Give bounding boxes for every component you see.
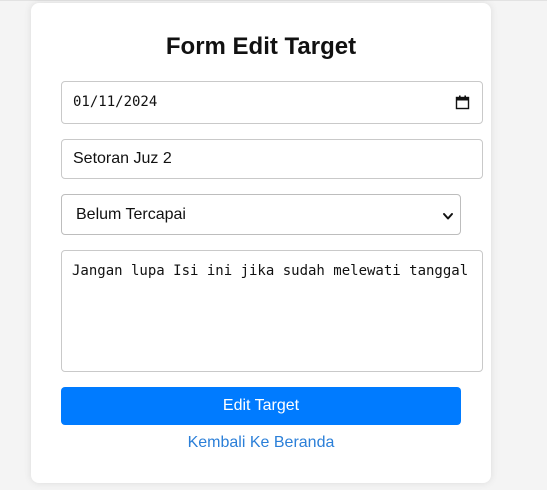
edit-target-button[interactable]: Edit Target xyxy=(61,387,461,425)
calendar-icon[interactable] xyxy=(455,95,470,110)
date-value: 01/11/2024 xyxy=(73,94,158,110)
edit-target-card: Form Edit Target 01/11/2024 Setoran Juz … xyxy=(31,3,491,483)
target-name-input[interactable]: Setoran Juz 2 xyxy=(61,139,483,179)
page-title: Form Edit Target xyxy=(165,33,357,60)
top-divider xyxy=(0,0,547,1)
status-select[interactable]: Belum Tercapai xyxy=(61,194,461,235)
target-name-value: Setoran Juz 2 xyxy=(73,150,172,167)
note-value: Jangan lupa Isi ini jika sudah melewati … xyxy=(72,263,469,279)
note-textarea[interactable]: Jangan lupa Isi ini jika sudah melewati … xyxy=(61,250,483,372)
date-input[interactable]: 01/11/2024 xyxy=(61,81,483,124)
status-selected-value: Belum Tercapai xyxy=(76,206,186,223)
chevron-down-icon xyxy=(442,209,454,221)
back-to-home-link[interactable]: Kembali Ke Beranda xyxy=(31,434,491,452)
